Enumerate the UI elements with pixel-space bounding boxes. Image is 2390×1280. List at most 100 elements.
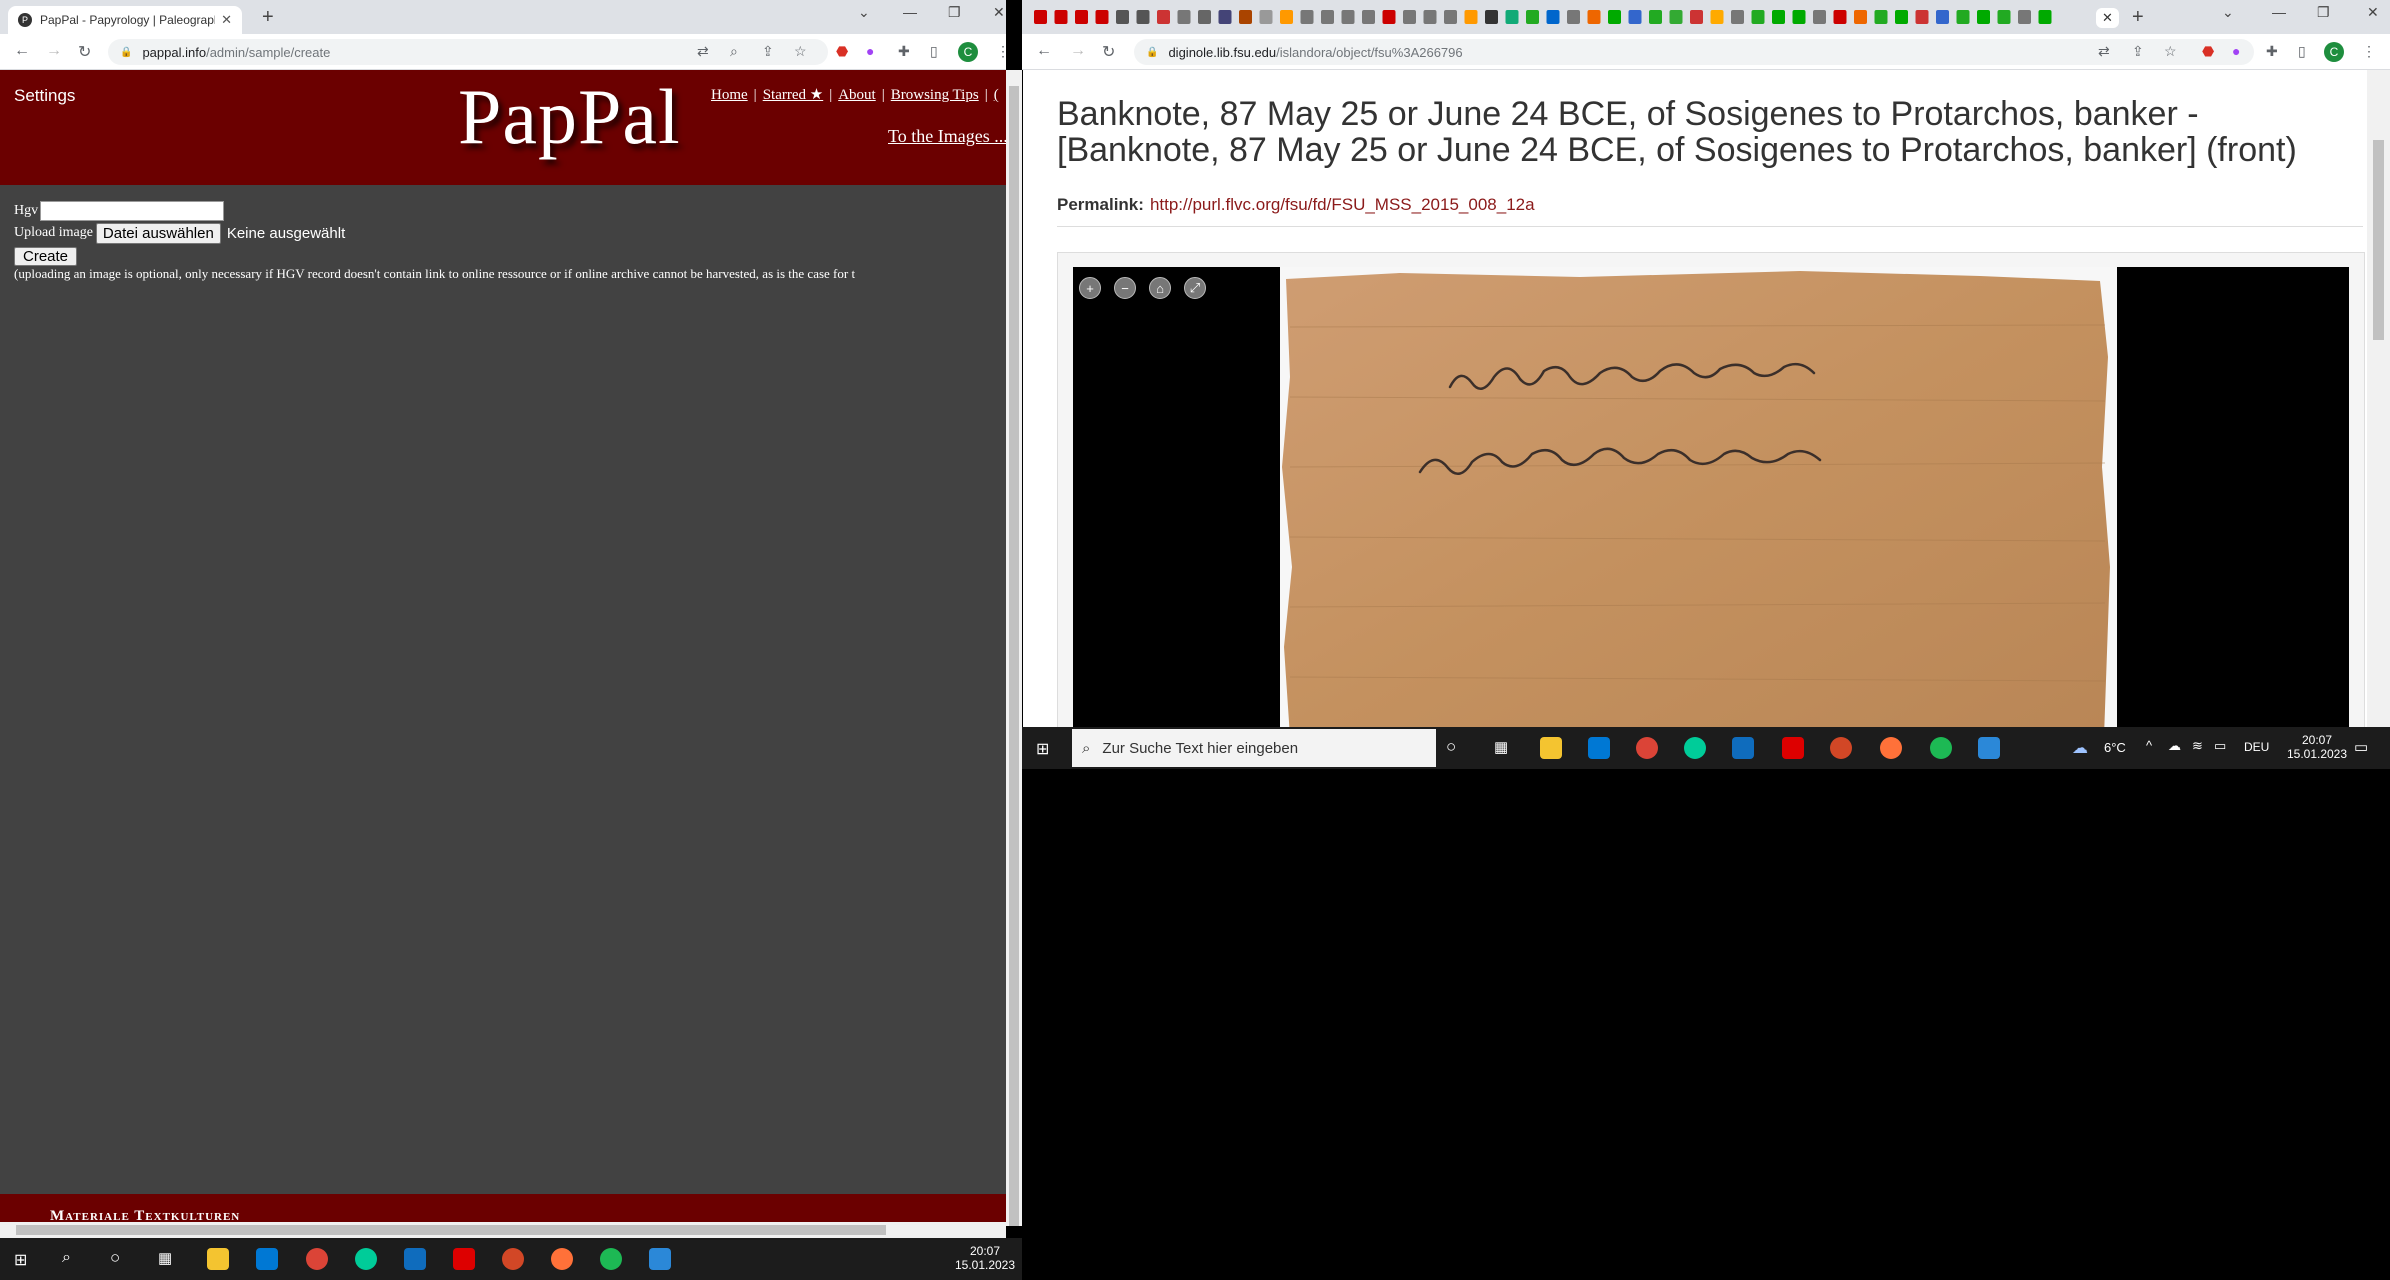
pinned-tab-favicon[interactable] xyxy=(1464,10,1478,24)
powerpoint-icon[interactable] xyxy=(1830,737,1852,759)
right-vertical-scrollbar[interactable] xyxy=(2367,70,2390,727)
pinned-tab-favicon[interactable] xyxy=(1505,10,1519,24)
profile-avatar[interactable]: C xyxy=(2324,42,2344,62)
pinned-tab-favicon[interactable] xyxy=(1690,10,1703,24)
extension-purple-icon[interactable]: ● xyxy=(866,43,874,59)
pinned-tab-favicon[interactable] xyxy=(1157,10,1170,24)
side-panel-icon[interactable]: ▯ xyxy=(2298,43,2306,60)
restore-icon[interactable]: ❐ xyxy=(2317,4,2330,21)
powerpoint-icon[interactable] xyxy=(502,1248,524,1270)
notification-icon[interactable]: ▭ xyxy=(2354,738,2368,756)
close-window-icon[interactable]: ✕ xyxy=(993,4,1005,21)
chrome-icon[interactable] xyxy=(306,1248,328,1270)
wifi-icon[interactable]: ≋ xyxy=(2192,738,2203,754)
pinned-tab-favicon[interactable] xyxy=(1177,10,1191,24)
back-icon[interactable]: ← xyxy=(14,42,30,60)
restore-icon[interactable]: ❐ xyxy=(948,4,961,21)
choose-file-button[interactable]: Datei auswählen xyxy=(95,222,221,244)
pinned-tab-favicon[interactable] xyxy=(1915,10,1929,24)
cortana-icon[interactable]: ○ xyxy=(1446,737,1456,757)
pinned-tab-favicon[interactable] xyxy=(1710,10,1724,24)
photos-icon[interactable] xyxy=(649,1248,671,1270)
pinned-tab-favicon[interactable] xyxy=(1813,10,1826,24)
zoom-icon[interactable]: ⌕ xyxy=(730,43,738,60)
acrobat-icon[interactable] xyxy=(453,1248,475,1270)
close-window-icon[interactable]: ✕ xyxy=(2367,4,2379,21)
pinned-tab-favicon[interactable] xyxy=(1772,10,1785,24)
pinned-tab-favicon[interactable] xyxy=(1731,10,1744,24)
pinned-tab-favicon[interactable] xyxy=(1977,10,1990,24)
right-scroll-thumb[interactable] xyxy=(2373,140,2384,340)
zoom-out-icon[interactable]: − xyxy=(1114,277,1136,299)
profile-avatar[interactable]: C xyxy=(958,42,978,62)
pinned-tab-favicon[interactable] xyxy=(1239,10,1252,24)
edge-icon[interactable] xyxy=(355,1248,377,1270)
pinned-tab-favicon[interactable] xyxy=(1608,10,1621,24)
battery-icon[interactable]: ▭ xyxy=(2214,738,2226,754)
new-tab-icon[interactable]: + xyxy=(262,6,274,29)
forward-icon[interactable]: → xyxy=(46,42,62,60)
store-icon[interactable] xyxy=(1588,737,1610,759)
fullscreen-icon[interactable]: ⤢ xyxy=(1184,277,1206,299)
pinned-tab-favicon[interactable] xyxy=(1034,10,1047,24)
pinned-tab-favicon[interactable] xyxy=(1526,10,1539,24)
address-bar[interactable]: 🔒 pappal.info/admin/sample/create xyxy=(108,39,828,65)
pinned-tab-favicon[interactable] xyxy=(1628,10,1642,24)
pinned-tab-favicon[interactable] xyxy=(1567,10,1580,24)
translate-icon[interactable]: ⇄ xyxy=(697,43,709,60)
tray-chevron-icon[interactable]: ^ xyxy=(2146,738,2152,753)
taskbar-search-box[interactable]: ⌕ Zur Suche Text hier eingeben xyxy=(1072,729,1436,767)
pinned-tab-favicon[interactable] xyxy=(1075,10,1088,24)
pinned-tab-favicon[interactable] xyxy=(1136,10,1150,24)
close-tab-icon[interactable]: ✕ xyxy=(2096,8,2119,28)
pinned-tab-favicon[interactable] xyxy=(1649,10,1662,24)
bookmark-star-icon[interactable]: ☆ xyxy=(794,43,807,60)
pinned-tab-favicon[interactable] xyxy=(2038,10,2052,24)
pinned-tab-favicon[interactable] xyxy=(1854,10,1867,24)
pinned-tab-favicon[interactable] xyxy=(1218,10,1232,24)
task-view-icon[interactable]: ▦ xyxy=(1494,738,1508,756)
extension-red-icon[interactable]: ⬣ xyxy=(836,43,848,60)
pinned-tab-favicon[interactable] xyxy=(1751,10,1765,24)
onedrive-icon[interactable]: ☁ xyxy=(2168,738,2181,754)
extension-red-icon[interactable]: ⬣ xyxy=(2202,43,2214,60)
bookmark-star-icon[interactable]: ☆ xyxy=(2164,43,2177,60)
nav-starred[interactable]: Starred ★ xyxy=(763,87,824,103)
pinned-tab-favicon[interactable] xyxy=(1095,10,1109,24)
forward-icon[interactable]: → xyxy=(1070,42,1086,60)
left-hscroll-thumb[interactable] xyxy=(16,1225,886,1235)
pinned-tab-favicon[interactable] xyxy=(1054,10,1068,24)
to-the-images-link[interactable]: To the Images ... xyxy=(888,126,1006,147)
pinned-tab-favicon[interactable] xyxy=(2018,10,2031,24)
windows-start-icon[interactable]: ⊞ xyxy=(14,1250,27,1270)
permalink-url[interactable]: http://purl.flvc.org/fsu/fd/FSU_MSS_2015… xyxy=(1150,195,1535,214)
photos-icon[interactable] xyxy=(1978,737,2000,759)
share-icon[interactable]: ⇪ xyxy=(762,43,774,60)
nav-browsing-tips[interactable]: Browsing Tips xyxy=(891,87,979,103)
left-scroll-thumb[interactable] xyxy=(1009,86,1019,1226)
pinned-favicons[interactable] xyxy=(1034,8,2074,28)
pinned-tab-favicon[interactable] xyxy=(1403,10,1416,24)
chrome-icon[interactable] xyxy=(1636,737,1658,759)
settings-link[interactable]: Settings xyxy=(14,86,75,106)
search-icon[interactable]: ⌕ xyxy=(62,1249,71,1267)
tab-pappal[interactable]: P PapPal - Papyrology | Paleograph ✕ xyxy=(8,6,242,34)
left-vertical-scrollbar[interactable] xyxy=(1006,70,1022,1226)
address-bar[interactable]: 🔒 diginole.lib.fsu.edu/islandora/object/… xyxy=(1134,39,2254,65)
mail-icon[interactable] xyxy=(404,1248,426,1270)
pinned-tab-favicon[interactable] xyxy=(1423,10,1437,24)
nav-about[interactable]: About xyxy=(838,87,876,103)
nav-more[interactable]: ( xyxy=(994,87,999,103)
minimize-icon[interactable]: — xyxy=(903,4,917,20)
pinned-tab-favicon[interactable] xyxy=(1382,10,1396,24)
windows-start-icon[interactable]: ⊞ xyxy=(1036,739,1049,759)
home-icon[interactable]: ⌂ xyxy=(1149,277,1171,299)
create-button[interactable]: Create xyxy=(14,246,78,266)
extensions-puzzle-icon[interactable]: ✚ xyxy=(2266,43,2278,60)
nav-home[interactable]: Home xyxy=(711,87,748,103)
weather-icon[interactable]: ☁ xyxy=(2072,738,2088,758)
pinned-tab-favicon[interactable] xyxy=(1997,10,2011,24)
new-tab-icon[interactable]: + xyxy=(2132,6,2144,29)
tab-search-icon[interactable]: ⌄ xyxy=(2222,4,2234,21)
pinned-tab-favicon[interactable] xyxy=(1936,10,1949,24)
